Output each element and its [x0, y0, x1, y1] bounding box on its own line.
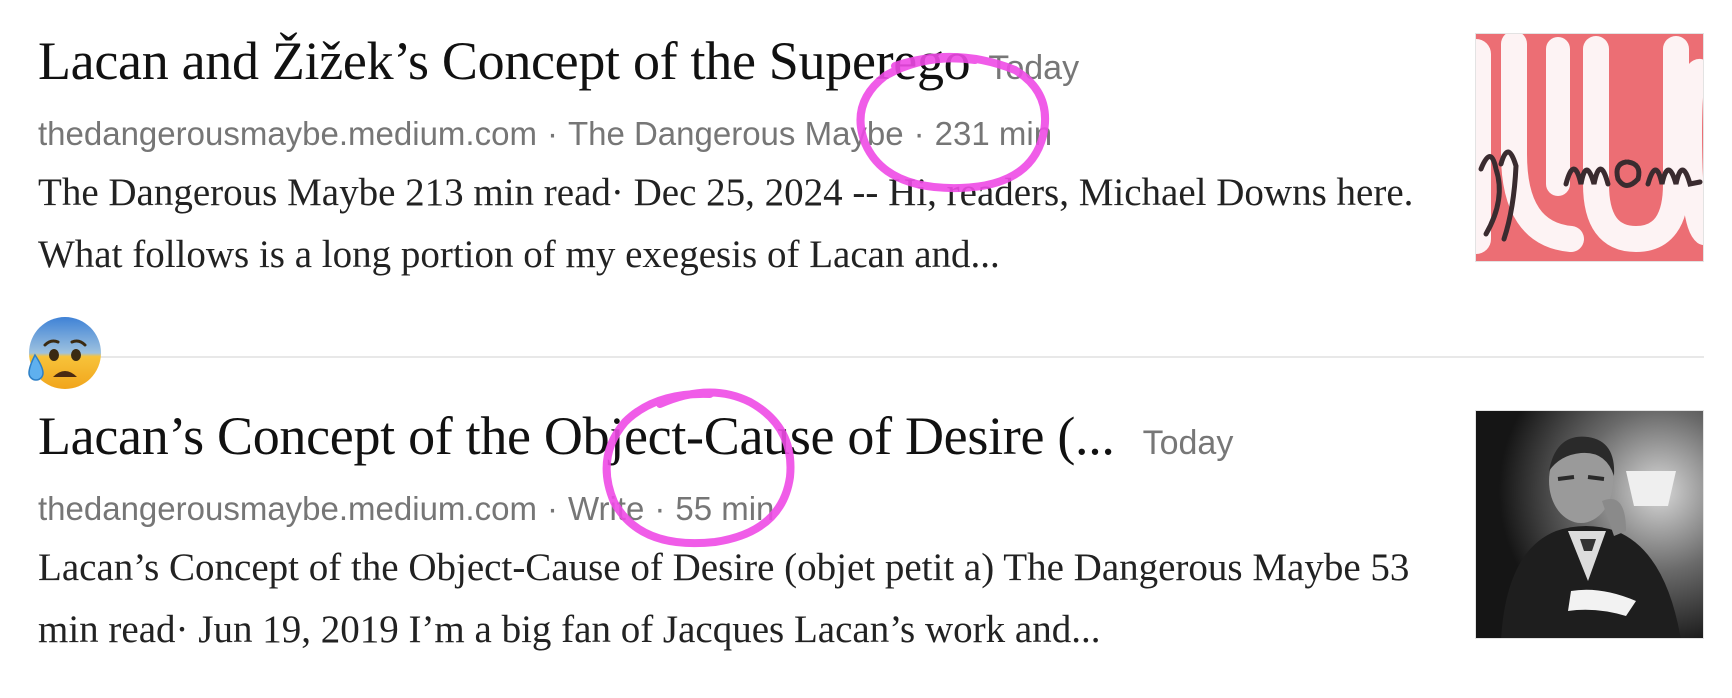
result-title[interactable]: Lacan and Žižek’s Concept of the Supereg… [38, 30, 971, 92]
annotation-circle [856, 52, 1050, 193]
result-source: The Dangerous Maybe [567, 115, 904, 152]
result-domain[interactable]: thedangerousmaybe.medium.com [38, 115, 537, 152]
result-snippet: Lacan’s Concept of the Object-Cause of D… [38, 546, 1410, 651]
result-header: Lacan’s Concept of the Object-Cause of D… [38, 405, 1698, 481]
result-age: Today [1142, 424, 1234, 462]
result-divider [100, 356, 1704, 358]
result-meta: thedangerousmaybe.medium.com · Write · 55 mi… [38, 481, 1698, 537]
result-domain[interactable]: thedangerousmaybe.medium.com [38, 490, 537, 527]
pink-lettering-thumbnail [1476, 34, 1703, 261]
result-thumbnail[interactable] [1475, 410, 1704, 639]
result-title[interactable]: Lacan’s Concept of the Object-Cause of D… [38, 405, 1115, 467]
result-thumbnail[interactable] [1475, 33, 1704, 262]
search-result[interactable]: Lacan’s Concept of the Object-Cause of D… [38, 405, 1698, 661]
meta-separator: · [546, 115, 558, 152]
portrait-photo-thumbnail [1476, 411, 1703, 638]
annotation-circle [602, 388, 795, 548]
meta-separator: · [546, 490, 558, 527]
result-snippet: The Dangerous Maybe 213 min read· Dec 25… [38, 171, 1414, 276]
anxious-face-icon [25, 315, 101, 391]
